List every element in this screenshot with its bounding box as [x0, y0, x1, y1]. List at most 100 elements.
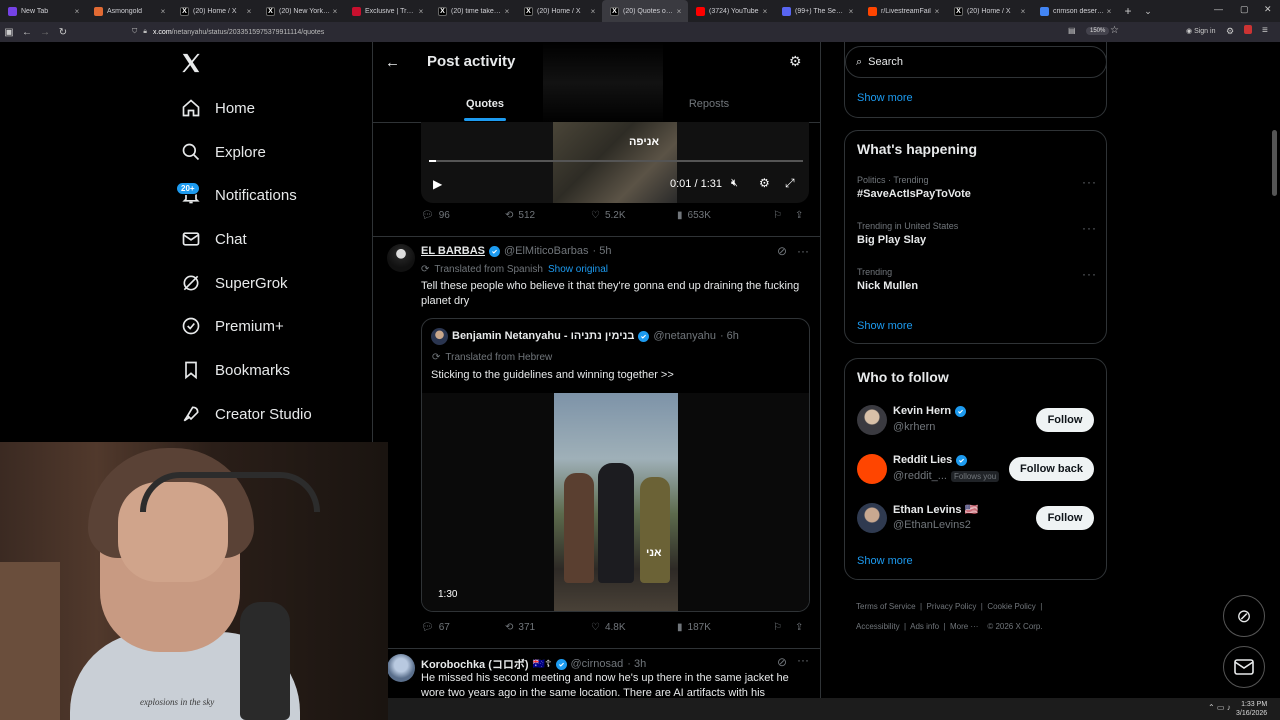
sidebar-item-creator-studio[interactable]: Creator Studio [180, 399, 312, 429]
reader-icon[interactable]: ▤ [1068, 26, 1076, 35]
close-tab-icon[interactable]: × [674, 7, 684, 16]
footer-link[interactable]: More ··· [950, 622, 978, 631]
show-original-link[interactable]: Show original [548, 264, 608, 275]
bookmark-button[interactable]: ⚐ [773, 210, 795, 221]
footer-link[interactable]: Ads info [910, 622, 939, 631]
page-scrollbar[interactable] [1272, 130, 1277, 196]
browser-tab[interactable]: X (20) Home / X × [172, 0, 258, 22]
close-tab-icon[interactable]: × [502, 7, 512, 16]
grok-icon[interactable]: ⊘ [1223, 595, 1265, 637]
bookmark-button[interactable]: ⚐ [773, 622, 795, 633]
tab-reposts[interactable]: Reposts [597, 86, 820, 122]
quoted-post[interactable]: Benjamin Netanyahu - בנימין נתניהו @neta… [421, 318, 810, 612]
more-options-icon[interactable]: ··· [797, 653, 809, 667]
extension-icon[interactable]: ⚙ [1226, 26, 1234, 37]
follow-suggestion[interactable]: Kevin Hern @krhern Follow [857, 403, 1097, 439]
more-options-icon[interactable]: ··· [1082, 175, 1097, 189]
repost-button[interactable]: ⟲ 371 [505, 622, 591, 633]
post-time[interactable]: · 3h [627, 658, 646, 670]
author-name[interactable]: Korobochka (コロボ) [421, 656, 529, 672]
sidebar-item-premium[interactable]: Premium+ [180, 311, 284, 341]
sidebar-item-bookmarks[interactable]: Bookmarks [180, 355, 290, 385]
grok-icon[interactable]: ⊘ [777, 244, 787, 258]
messages-icon[interactable] [1223, 646, 1265, 688]
show-more-link[interactable]: Show more [857, 555, 913, 567]
close-tab-icon[interactable]: × [1018, 7, 1028, 16]
new-tab-button[interactable]: + [1118, 4, 1138, 18]
close-tab-icon[interactable]: × [72, 7, 82, 16]
share-icon[interactable]: ⇪ [795, 210, 803, 221]
grok-icon[interactable]: ⊘ [777, 655, 787, 669]
follow-suggestion[interactable]: Ethan Levins 🇺🇸 @EthanLevins2 Follow [857, 501, 1097, 537]
settings-sliders-icon[interactable]: ⚙ [789, 53, 802, 70]
author-name[interactable]: EL BARBAS [421, 245, 485, 257]
minimize-icon[interactable]: — [1214, 4, 1223, 14]
video-player[interactable]: אניפה ▶ 0:01 / 1:31 🔇︎ ⚙ ⤢ [421, 122, 809, 203]
maximize-icon[interactable]: ▢ [1240, 4, 1249, 15]
trend-item[interactable]: Trending in United States Big Play Slay ··… [857, 221, 1097, 246]
follow-button[interactable]: Follow [1036, 408, 1094, 432]
close-tab-icon[interactable]: × [416, 7, 426, 16]
show-more-link[interactable]: Show more [857, 320, 913, 332]
reload-icon[interactable]: ↻ [54, 27, 72, 38]
share-icon[interactable]: ⇪ [795, 622, 803, 633]
show-more-link[interactable]: Show more [857, 92, 913, 104]
like-button[interactable]: ♡ 5.2K [591, 210, 677, 221]
browser-tab[interactable]: X (20) time takers - Sea× [430, 0, 516, 22]
sidebar-item-supergrok[interactable]: SuperGrok [180, 268, 288, 298]
ublock-icon[interactable] [1244, 25, 1252, 34]
browser-tab[interactable]: X (20) Quotes of this p× [602, 0, 688, 22]
play-icon[interactable]: ▶ [433, 177, 442, 191]
post-time[interactable]: · 5h [593, 245, 612, 257]
reply-button[interactable]: 💬︎ 67 [421, 622, 505, 633]
footer-link[interactable]: Terms of Service [856, 602, 916, 611]
close-tab-icon[interactable]: × [932, 7, 942, 16]
close-tab-icon[interactable]: × [158, 7, 168, 16]
close-tab-icon[interactable]: × [760, 7, 770, 16]
close-window-icon[interactable]: ✕ [1264, 4, 1272, 15]
browser-tab[interactable]: crimson desert releas× [1032, 0, 1118, 22]
avatar[interactable] [387, 244, 415, 272]
browser-tab[interactable]: (99+) The Seven Dea× [774, 0, 860, 22]
close-tab-icon[interactable]: × [330, 7, 340, 16]
close-tab-icon[interactable]: × [588, 7, 598, 16]
star-icon[interactable]: ☆ [1110, 25, 1119, 36]
footer-link[interactable]: Cookie Policy [987, 602, 1035, 611]
back-arrow-icon[interactable]: ← [385, 54, 400, 71]
views-button[interactable]: ▮ 653K [677, 210, 773, 221]
sidebar-item-explore[interactable]: Explore [180, 137, 266, 167]
author-handle[interactable]: @cirnosad [571, 658, 624, 670]
url-bar[interactable]: ⛉ 🔒︎ x.com/netanyahu/status/203351597537… [132, 24, 1132, 40]
avatar[interactable] [387, 654, 415, 682]
browser-tab[interactable]: X (20) New York Post o× [258, 0, 344, 22]
fullscreen-icon[interactable]: ⤢ [785, 176, 795, 191]
browser-tab[interactable]: r/LivestreamFail × [860, 0, 946, 22]
more-options-icon[interactable]: ··· [1082, 267, 1097, 281]
video-settings-icon[interactable]: ⚙ [759, 176, 770, 190]
browser-tab[interactable]: X (20) Home / X × [516, 0, 602, 22]
close-tab-icon[interactable]: × [846, 7, 856, 16]
sidebar-item-home[interactable]: Home [180, 93, 255, 123]
quote-video[interactable]: אני 1:30 [422, 393, 809, 611]
back-icon[interactable]: ← [18, 27, 36, 38]
x-logo-icon[interactable] [180, 52, 202, 79]
tab-list-chevron-icon[interactable]: ⌄ [1138, 6, 1158, 17]
more-options-icon[interactable]: ··· [1082, 221, 1097, 235]
sign-in-button[interactable]: ◉ Sign in [1186, 27, 1215, 35]
follow-suggestion[interactable]: Reddit Lies @reddit_... Follows you Follow … [857, 452, 1097, 488]
author-handle[interactable]: @ElMiticoBarbas [504, 245, 589, 257]
menu-icon[interactable]: ≡ [1262, 25, 1268, 36]
repost-button[interactable]: ⟲ 512 [505, 210, 591, 221]
close-tab-icon[interactable]: × [244, 7, 254, 16]
tray-icons[interactable]: ⌃ ▭ ♪ [1208, 703, 1231, 712]
more-options-icon[interactable]: ··· [797, 242, 809, 260]
trend-item[interactable]: Politics · Trending #SaveActIsPayToVote ··… [857, 175, 1097, 200]
sidebar-toggle-icon[interactable]: ▣ [0, 27, 18, 38]
browser-tab[interactable]: X (20) Home / X × [946, 0, 1032, 22]
follow-button[interactable]: Follow back [1009, 457, 1094, 481]
forward-icon[interactable]: → [36, 27, 54, 38]
zoom-level[interactable]: 150% [1086, 27, 1110, 35]
browser-tab[interactable]: Asmongold × [86, 0, 172, 22]
views-button[interactable]: ▮ 187K [677, 622, 773, 633]
trend-item[interactable]: Trending Nick Mullen ··· [857, 267, 1097, 292]
